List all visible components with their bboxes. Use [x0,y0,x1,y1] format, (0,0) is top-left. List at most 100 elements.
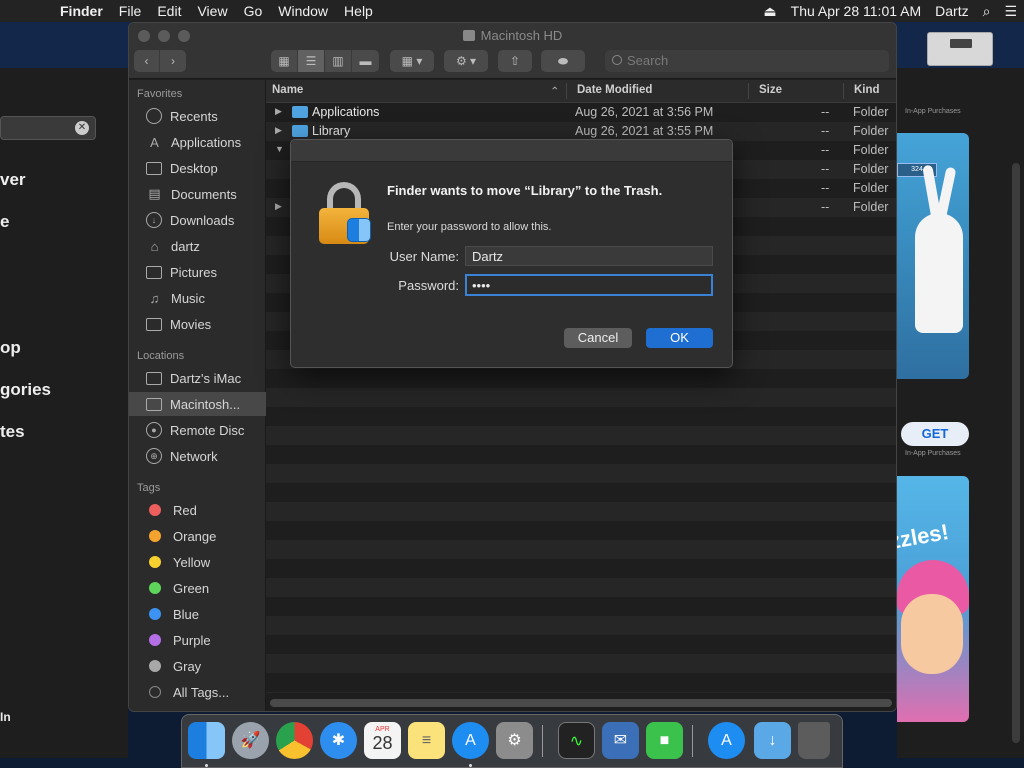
sidebar-tag-yellow[interactable]: Yellow [129,550,266,574]
sidebar-header-favorites: Favorites [137,88,183,100]
game-artwork[interactable]: 324 [897,133,969,379]
sidebar-item-movies[interactable]: Movies [129,312,266,336]
disclosure-triangle-icon[interactable]: ▶ [275,201,282,212]
preview-icon[interactable]: ✉ [602,722,639,759]
list-view-icon[interactable]: ☰ [298,50,325,72]
sidebar-item-recents[interactable]: Recents [129,104,266,128]
search-input[interactable]: Search [605,50,889,72]
sidebar-item-downloads[interactable]: ↓ Downloads [129,208,266,232]
column-view-icon[interactable]: ▥ [325,50,352,72]
menu-clock[interactable]: Thu Apr 28 11:01 AM [784,3,929,19]
sidebar-item-network[interactable]: ⊕ Network [129,444,266,468]
downloads-folder-icon[interactable]: ↓ [754,722,791,759]
sidebar-tag-green[interactable]: Green [129,576,266,600]
share-icon[interactable]: ⇧ [498,50,532,72]
table-row[interactable]: ▶ Applications Aug 26, 2021 at 3:56 PM -… [266,103,896,122]
sidebar-item-macintosh-hd[interactable]: Macintosh... [129,392,266,416]
column-size[interactable]: Size [759,84,782,96]
chrome-icon[interactable] [276,722,313,759]
camera-icon [146,265,162,279]
character-face [901,594,963,674]
launchpad-icon[interactable]: 🚀 [232,722,269,759]
column-kind[interactable]: Kind [854,84,880,96]
tag-dot-icon [149,660,161,672]
clear-icon[interactable]: ✕ [75,121,89,135]
menu-window[interactable]: Window [270,3,336,19]
notes-icon[interactable]: ≡ [408,722,445,759]
facetime-icon[interactable]: ■ [646,722,683,759]
sidebar-item-home[interactable]: ⌂ dartz [129,234,266,258]
menu-help[interactable]: Help [336,3,381,19]
menu-file[interactable]: File [111,3,150,19]
forward-button[interactable]: › [160,50,186,72]
background-nav-item[interactable]: tes [0,422,25,442]
game-artwork[interactable]: zzles! [897,476,969,722]
tag-dot-icon [149,504,161,516]
column-date-modified[interactable]: Date Modified [577,84,652,96]
sidebar-tag-purple[interactable]: Purple [129,628,266,652]
background-app-right: In-App Purchases 324 GET In-App Purchase… [897,68,1024,758]
trash-icon[interactable] [798,722,830,759]
username-label: User Name: [389,249,459,264]
tag-icon[interactable]: ⬬ [541,50,585,72]
background-nav-item[interactable]: e [0,212,9,232]
password-field[interactable] [465,274,713,296]
sidebar-item-imac[interactable]: Dartz's iMac [129,366,266,390]
gallery-view-icon[interactable]: ▬ [352,50,379,72]
finder-icon[interactable] [188,722,225,759]
eject-icon[interactable]: ⏏ [756,3,783,20]
sidebar-item-pictures[interactable]: Pictures [129,260,266,284]
get-button[interactable]: GET [901,422,969,446]
folder-icon [292,125,308,137]
menu-finder[interactable]: Finder [52,3,111,19]
menu-user[interactable]: Dartz [928,3,975,19]
title-bar: Macintosh HD ‹ › ▦ ☰ ▥ ▬ ▦ ▾ ⚙ ▾ ⇧ ⬬ Sea… [129,23,896,79]
sidebar-item-applications[interactable]: A Applications [129,130,266,154]
background-nav-item[interactable]: gories [0,380,51,400]
sidebar-tag-orange[interactable]: Orange [129,524,266,548]
horizontal-scrollbar[interactable] [270,699,892,707]
menu-go[interactable]: Go [236,3,271,19]
sidebar-tag-gray[interactable]: Gray [129,654,266,678]
group-button[interactable]: ▦ ▾ [390,50,434,72]
background-app-left: ✕ ver e op gories tes In [0,68,128,758]
sidebar-item-music[interactable]: ♫ Music [129,286,266,310]
activity-monitor-icon[interactable]: ∿ [558,722,595,759]
cancel-button[interactable]: Cancel [564,328,632,348]
ok-button[interactable]: OK [646,328,713,348]
disclosure-triangle-icon[interactable]: ▶ [275,125,282,136]
row-size: -- [821,124,830,138]
safari-icon[interactable]: ✱ [320,722,357,759]
menu-view[interactable]: View [189,3,235,19]
username-field[interactable] [465,246,713,266]
hard-drive-icon[interactable] [927,32,993,66]
spotlight-icon[interactable]: ⌕ [976,3,998,20]
disclosure-triangle-icon[interactable]: ▼ [275,144,284,154]
sidebar-all-tags[interactable]: All Tags... [129,680,266,704]
action-gear-icon[interactable]: ⚙ ▾ [444,50,488,72]
background-search-field[interactable]: ✕ [0,116,96,140]
sidebar-tag-red[interactable]: Red [129,498,266,522]
icon-view-icon[interactable]: ▦ [271,50,298,72]
app-store-icon[interactable]: A [452,722,489,759]
system-preferences-icon[interactable]: ⚙ [496,722,533,759]
sidebar-tag-blue[interactable]: Blue [129,602,266,626]
sidebar-item-desktop[interactable]: Desktop [129,156,266,180]
control-center-icon[interactable]: ☰ [997,3,1024,20]
column-header: Name ⌃ Date Modified Size Kind [266,80,896,103]
sidebar-item-remote-disc[interactable]: ● Remote Disc [129,418,266,442]
column-name[interactable]: Name [272,84,303,96]
back-button[interactable]: ‹ [134,50,161,72]
music-icon: ♫ [149,290,160,306]
calendar-icon[interactable]: APR 28 [364,722,401,759]
background-nav-item[interactable]: ver [0,170,26,190]
background-nav-item[interactable]: op [0,338,21,358]
disc-icon: ● [146,422,162,438]
disclosure-triangle-icon[interactable]: ▶ [275,106,282,117]
scrollbar[interactable] [1012,163,1020,743]
menu-edit[interactable]: Edit [149,3,189,19]
sidebar-item-documents[interactable]: ▤ Documents [129,182,266,206]
row-size: -- [821,181,830,195]
app-store-icon[interactable]: A [708,722,745,759]
sort-chevron-icon[interactable]: ⌃ [550,84,560,98]
